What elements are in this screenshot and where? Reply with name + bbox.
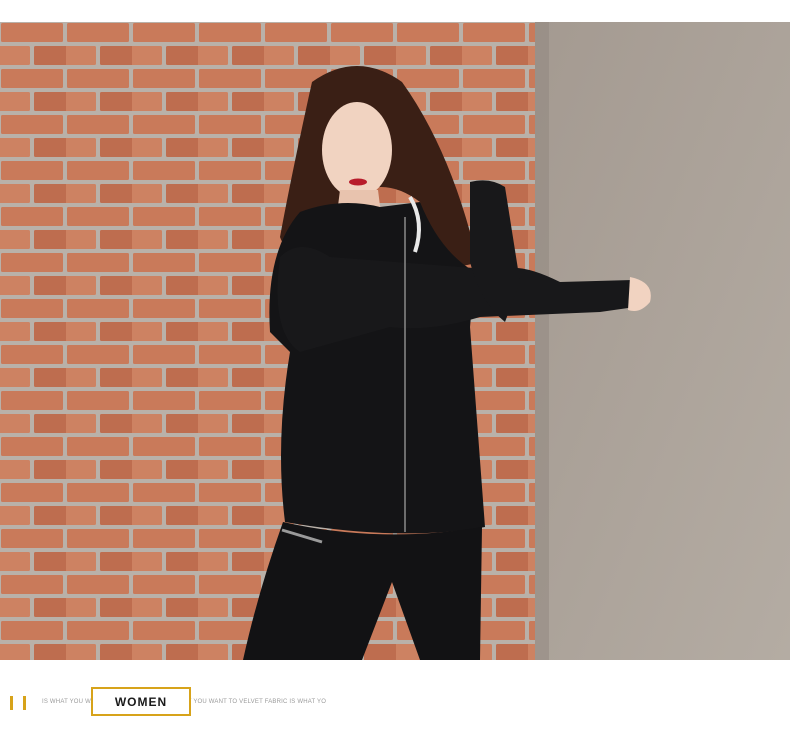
wall-shadow xyxy=(535,22,549,660)
product-photo xyxy=(0,22,790,660)
lips xyxy=(349,178,367,186)
accent-bar-right xyxy=(23,696,26,710)
pants xyxy=(243,522,482,660)
photo-svg xyxy=(0,22,790,660)
badge-label: WOMEN xyxy=(114,694,168,709)
accent-bar-left xyxy=(10,696,13,710)
concrete-wall xyxy=(535,22,790,660)
women-badge: WOMEN xyxy=(91,687,191,716)
